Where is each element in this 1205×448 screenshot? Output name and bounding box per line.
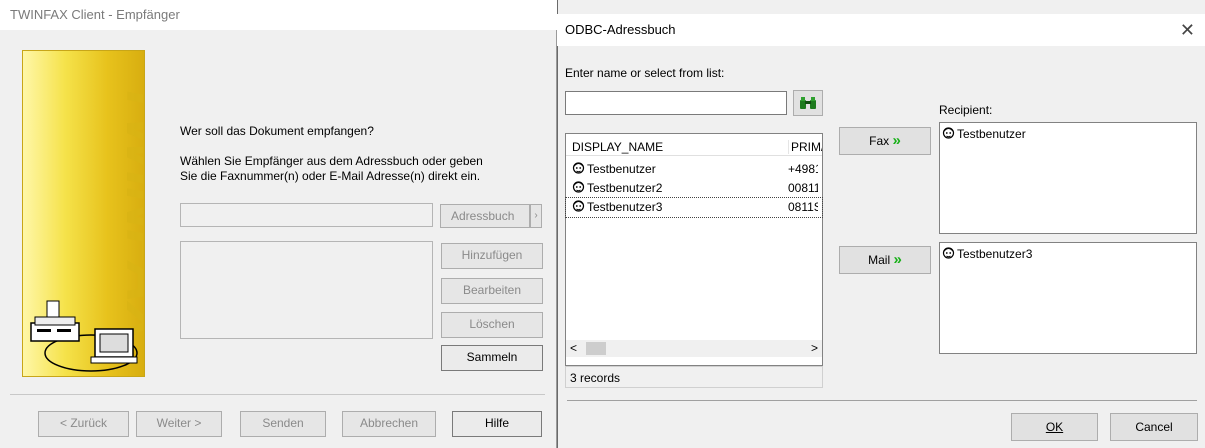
contact-icon bbox=[942, 247, 955, 259]
contact-icon bbox=[572, 162, 585, 174]
record-count: 3 records bbox=[570, 371, 621, 385]
list-item[interactable]: Testbenutzer3 bbox=[942, 245, 1032, 264]
contact-icon bbox=[942, 127, 955, 139]
mail-button-label: Mail bbox=[868, 253, 891, 267]
ok-button-label: OK bbox=[1045, 420, 1064, 434]
list-rows: Testbenutzer+4981Testbenutzer200811Testb… bbox=[565, 160, 823, 218]
ok-button[interactable]: OK bbox=[1011, 413, 1098, 441]
close-icon[interactable]: ✕ bbox=[1180, 14, 1195, 46]
cancel-dialog-button[interactable]: Cancel bbox=[1110, 413, 1198, 441]
recipient-label: Recipient: bbox=[939, 103, 993, 117]
scrollbar-thumb[interactable] bbox=[586, 342, 606, 355]
wizard-instruction-1: Wählen Sie Empfänger aus dem Adressbuch … bbox=[180, 154, 483, 168]
contacts-list[interactable]: DISPLAY_NAME PRIM/ Testbenutzer+4981Test… bbox=[565, 133, 823, 366]
back-button[interactable]: < Zurück bbox=[38, 411, 129, 437]
dialog-separator bbox=[567, 400, 1197, 401]
delete-button[interactable]: Löschen bbox=[441, 312, 543, 338]
fax-recipients-list[interactable]: Testbenutzer bbox=[939, 122, 1197, 234]
mail-recipients-list[interactable]: Testbenutzer3 bbox=[939, 242, 1197, 354]
wizard-title-bar: TWINFAX Client - Empfänger bbox=[0, 0, 557, 30]
contact-number: 00811 bbox=[788, 181, 818, 195]
wizard-title: TWINFAX Client - Empfänger bbox=[10, 7, 180, 22]
recipient-input[interactable] bbox=[180, 203, 433, 227]
contact-name: Testbenutzer bbox=[587, 162, 656, 176]
wizard-question: Wer soll das Dokument empfangen? bbox=[180, 124, 374, 138]
next-button[interactable]: Weiter > bbox=[136, 411, 222, 437]
wizard-separator bbox=[10, 394, 545, 395]
mail-button[interactable]: Mail » bbox=[839, 246, 931, 274]
table-row[interactable]: Testbenutzer3 0811S bbox=[565, 197, 823, 218]
column-display-name[interactable]: DISPLAY_NAME bbox=[572, 140, 663, 154]
add-button[interactable]: Hinzufügen bbox=[441, 243, 543, 269]
addressbook-title-bar: ODBC-Adressbuch ✕ bbox=[557, 14, 1205, 46]
contact-icon bbox=[572, 200, 585, 212]
recipient-name: Testbenutzer3 bbox=[957, 247, 1033, 261]
contact-name: Testbenutzer2 bbox=[587, 181, 663, 195]
addressbook-dropdown-button[interactable]: › bbox=[530, 204, 542, 228]
status-bar: 3 records bbox=[565, 366, 823, 388]
search-button[interactable] bbox=[793, 90, 823, 116]
edit-button[interactable]: Bearbeiten bbox=[441, 278, 543, 304]
recipient-list[interactable] bbox=[180, 241, 433, 339]
fax-computer-icon bbox=[30, 300, 138, 372]
table-row[interactable]: Testbenutzer +4981 bbox=[566, 160, 822, 179]
addressbook-button[interactable]: Adressbuch bbox=[440, 204, 530, 228]
help-button[interactable]: Hilfe bbox=[452, 411, 542, 437]
addressbook-button-label: Adressbuch bbox=[451, 209, 515, 223]
contact-icon bbox=[572, 181, 585, 193]
contact-number: +4981 bbox=[788, 162, 818, 176]
collect-button[interactable]: Sammeln bbox=[441, 345, 543, 371]
search-label: Enter name or select from list: bbox=[565, 66, 725, 80]
list-item[interactable]: Testbenutzer bbox=[942, 125, 1026, 144]
cancel-dialog-button-label: Cancel bbox=[1135, 420, 1173, 434]
wizard-instruction-2: Sie die Faxnummer(n) oder E-Mail Adresse… bbox=[180, 169, 481, 183]
fax-button[interactable]: Fax » bbox=[839, 127, 931, 155]
send-button[interactable]: Senden bbox=[240, 411, 326, 437]
table-row[interactable]: Testbenutzer2 00811 bbox=[566, 179, 822, 198]
twinfax-banner: TWINFAX bbox=[22, 50, 145, 377]
horizontal-scrollbar[interactable]: < > bbox=[566, 340, 822, 357]
double-chevron-right-icon: » bbox=[892, 132, 901, 149]
scroll-right-icon[interactable]: > bbox=[811, 341, 818, 355]
contact-number: 0811S bbox=[788, 200, 818, 214]
scroll-left-icon[interactable]: < bbox=[570, 341, 577, 355]
fax-button-label: Fax bbox=[869, 134, 890, 148]
addressbook-title: ODBC-Adressbuch bbox=[565, 22, 676, 37]
binoculars-icon bbox=[800, 97, 816, 109]
contact-name: Testbenutzer3 bbox=[587, 200, 663, 214]
column-primary[interactable]: PRIM/ bbox=[788, 140, 822, 154]
double-chevron-right-icon: » bbox=[893, 251, 902, 268]
search-input[interactable] bbox=[565, 91, 787, 115]
list-header: DISPLAY_NAME PRIM/ bbox=[566, 134, 822, 156]
cancel-button[interactable]: Abbrechen bbox=[342, 411, 436, 437]
recipient-name: Testbenutzer bbox=[957, 127, 1026, 141]
